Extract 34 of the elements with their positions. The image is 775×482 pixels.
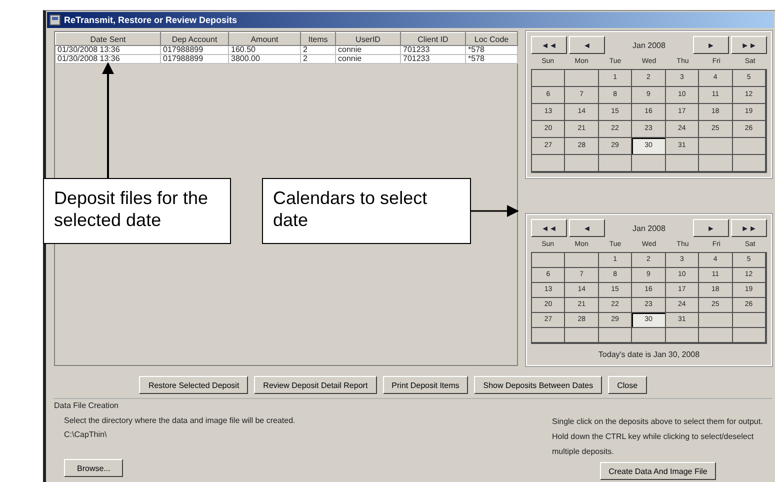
callout: Calendars to select date xyxy=(262,178,471,244)
column-header[interactable]: Amount xyxy=(228,32,300,46)
column-header[interactable]: Client ID xyxy=(400,32,466,46)
column-header[interactable]: UserID xyxy=(336,32,400,46)
column-header[interactable]: Loc Code xyxy=(466,32,518,46)
next-year-button[interactable]: ►► xyxy=(731,219,767,237)
previous-year-button[interactable]: ◄◄ xyxy=(531,36,567,54)
next-year-button[interactable]: ►► xyxy=(731,36,767,54)
help-text: Single click on the deposits above to select them for output. Hold down the CTRL key while clicking to select/deselect multiple deposits. xyxy=(552,416,764,458)
column-header[interactable]: Items xyxy=(300,32,336,46)
previous-month-button[interactable]: ◄ xyxy=(569,219,605,237)
action-button[interactable]: Review Deposit Detail Report xyxy=(254,376,377,394)
action-button[interactable]: Close xyxy=(608,376,647,394)
window-title: ReTransmit, Restore or Review Deposits xyxy=(64,15,238,25)
action-button[interactable]: Show Deposits Between Dates xyxy=(474,376,602,394)
action-button[interactable]: Print Deposit Items xyxy=(382,376,468,394)
instruction-text: Select the directory where the data and image file will be created. xyxy=(64,415,296,427)
month-label: Jan 2008 xyxy=(632,40,666,50)
arrow xyxy=(471,205,519,217)
previous-year-button[interactable]: ◄◄ xyxy=(531,219,567,237)
previous-month-button[interactable]: ◄ xyxy=(569,36,605,54)
group-title: Data File Creation xyxy=(54,400,120,410)
column-header[interactable]: Dep Account xyxy=(160,32,228,46)
create-file-button[interactable]: Create Data And Image File xyxy=(600,462,716,480)
browse-button[interactable]: Browse... xyxy=(64,459,124,477)
callout: Deposit files for the selected date xyxy=(43,178,231,244)
action-button[interactable]: Restore Selected Deposit xyxy=(139,376,248,394)
next-month-button[interactable]: ► xyxy=(693,219,729,237)
column-header[interactable]: Date Sent xyxy=(56,32,160,46)
next-month-button[interactable]: ► xyxy=(693,36,729,54)
directory-path: C:\CapThin\ xyxy=(64,429,108,441)
app-icon xyxy=(49,14,61,26)
today-label: Today's date is Jan 30, 2008 xyxy=(597,349,701,359)
month-label: Jan 2008 xyxy=(632,224,666,232)
